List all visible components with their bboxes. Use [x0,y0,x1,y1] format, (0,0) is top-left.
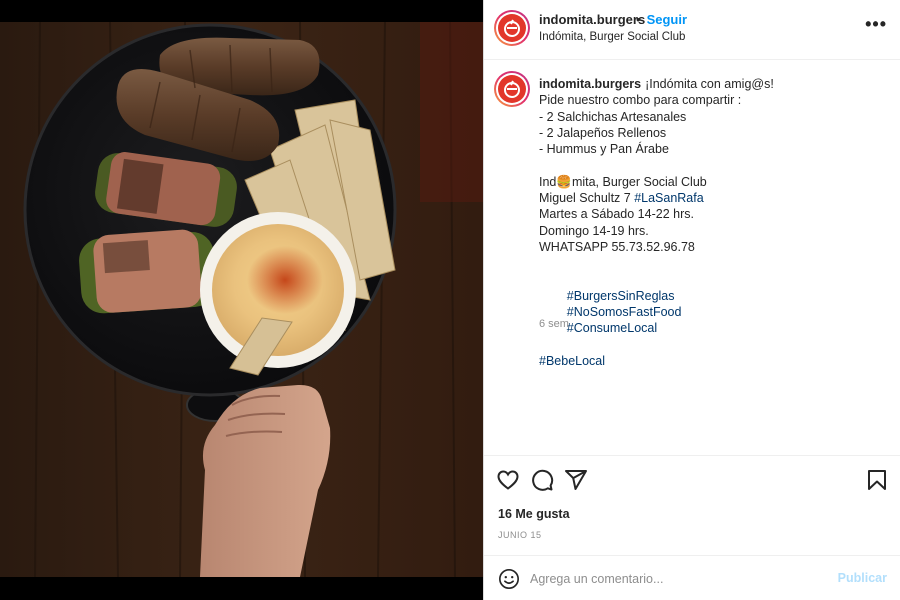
post-sidebar: indomita.burgers • Seguir Indómita, Burge… [483,0,900,600]
comment-box: Publicar [484,555,900,600]
post-header: indomita.burgers • Seguir Indómita, Burge… [484,0,900,60]
food-photo-image [0,0,483,600]
profile-avatar[interactable] [494,10,530,46]
hashtag-link[interactable]: #NoSomosFastFood [567,305,682,319]
emoji-icon[interactable] [498,568,520,590]
caption-line: - 2 Jalapeños Rellenos [539,125,667,140]
burger-logo-icon [498,14,526,42]
hashtag-link[interactable]: #LaSanRafa [634,191,704,205]
bookmark-icon[interactable] [865,468,889,492]
comment-icon[interactable] [530,468,554,492]
follow-button[interactable]: Seguir [647,12,687,27]
hashtag-link[interactable]: #ConsumeLocal [567,321,657,335]
caption-line: - 2 Salchichas Artesanales [539,109,687,124]
comment-input[interactable] [530,566,830,592]
burger-logo-icon [498,75,526,103]
caption-line: WHATSAPP 55.73.52.96.78 [539,239,695,254]
caption-line: Domingo 14-19 hrs. [539,223,649,238]
post-time-ago[interactable]: 6 sem [539,318,569,330]
caption-line: Ind🍔mita, Burger Social Club [539,174,707,189]
post-caption: indomita.burgers ¡Indómita con amig@s! Pi… [539,76,884,369]
caption-line: ¡Indómita con amig@s! [645,77,774,91]
header-location[interactable]: Indómita, Burger Social Club [539,31,685,43]
post-photo[interactable] [0,0,483,600]
more-options-icon[interactable]: ••• [865,14,887,35]
caption-line: - Hummus y Pan Árabe [539,142,669,157]
caption-line: Martes a Sábado 14-22 hrs. [539,207,694,222]
post-date: JUNIO 15 [498,530,542,540]
heart-icon[interactable] [496,468,520,492]
caption-avatar[interactable] [494,71,530,107]
publish-button[interactable]: Publicar [838,571,887,585]
hashtag-link[interactable]: #BebeLocal [539,354,605,368]
header-username[interactable]: indomita.burgers [539,12,645,27]
caption-line: Pide nuestro combo para compartir : [539,93,742,108]
header-separator: • [636,12,641,27]
caption-area: indomita.burgers ¡Indómita con amig@s! Pi… [484,61,900,454]
hashtag-link[interactable]: #BurgersSinReglas [567,289,675,303]
share-icon[interactable] [564,468,588,492]
likes-count[interactable]: 16 Me gusta [498,507,570,521]
caption-username[interactable]: indomita.burgers [539,77,641,91]
post-actions: 16 Me gusta JUNIO 15 [484,455,900,555]
caption-line: Miguel Schultz 7 [539,191,635,206]
